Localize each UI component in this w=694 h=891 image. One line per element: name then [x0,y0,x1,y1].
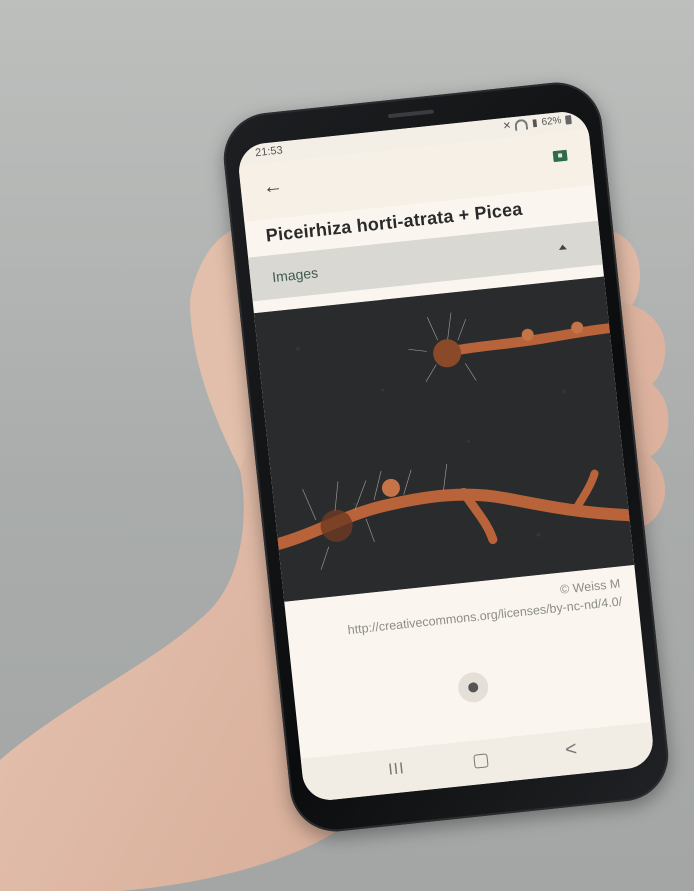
section-label: Images [271,264,319,286]
battery-level: 62% [540,115,563,129]
mute-icon: ✕ [502,120,512,133]
caret-up-icon[interactable] [558,244,567,251]
specimen-image[interactable] [253,276,635,602]
save-to-folder-icon[interactable] [552,149,568,163]
root-photo [253,276,635,602]
pager-indicator [456,670,490,704]
battery-icon [564,115,572,125]
signal-icon: ▮ [531,117,539,130]
home-button[interactable] [473,753,489,769]
arrow-left-icon[interactable]: ← [262,175,284,199]
app-screen: 21:53 ✕ ▮ 62% ← Piceirhiza horti-atrata … [236,109,656,803]
phone: 21:53 ✕ ▮ 62% ← Piceirhiza horti-atrata … [219,78,673,836]
wifi-icon [514,118,529,131]
nav-back-button[interactable]: < [564,738,578,762]
status-icons: ✕ ▮ 62% [502,114,572,132]
status-time: 21:53 [254,144,284,160]
recents-button[interactable]: III [388,760,406,780]
